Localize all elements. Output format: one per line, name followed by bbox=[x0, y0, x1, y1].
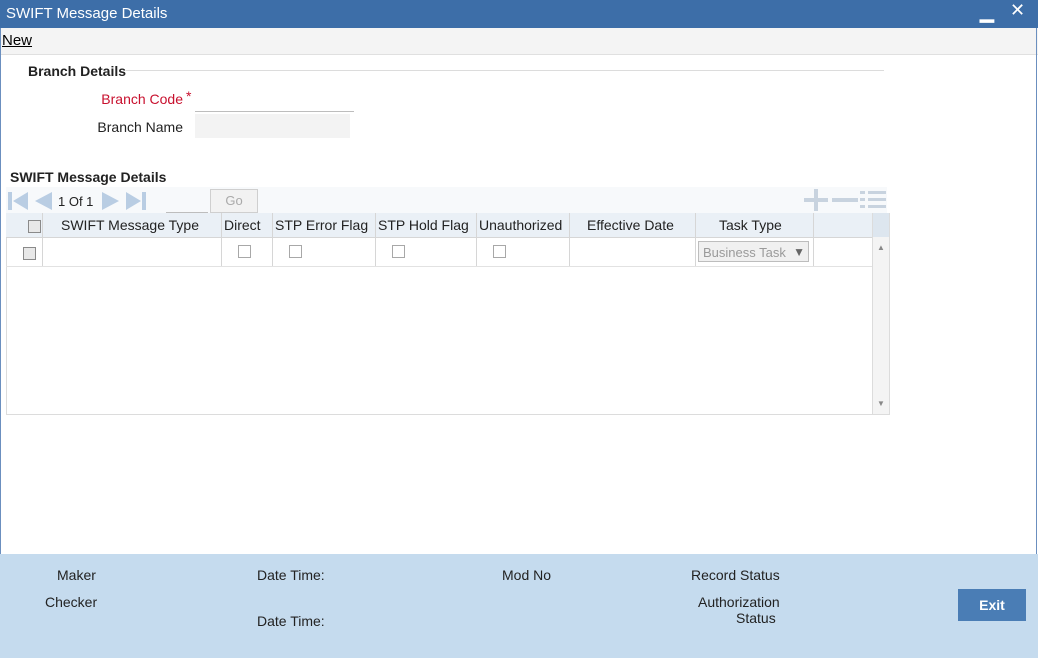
col-divider bbox=[569, 213, 570, 266]
frame-border-right bbox=[1036, 28, 1037, 554]
frame-border-left bbox=[0, 28, 1, 554]
col-swift-message-type: SWIFT Message Type bbox=[61, 217, 199, 233]
task-type-value: Business Task bbox=[703, 245, 786, 260]
delete-row-icon[interactable] bbox=[832, 189, 858, 211]
col-effective-date: Effective Date bbox=[587, 217, 674, 233]
scrollbar-thumb[interactable] bbox=[873, 213, 889, 237]
select-all-checkbox[interactable] bbox=[28, 220, 41, 233]
authorization-status-label-2: Status bbox=[736, 610, 776, 626]
col-direct: Direct bbox=[224, 217, 261, 233]
unauthorized-checkbox[interactable] bbox=[493, 245, 506, 258]
maker-date-time-label: Date Time: bbox=[257, 567, 325, 583]
col-divider bbox=[221, 213, 222, 266]
mod-no-label: Mod No bbox=[502, 567, 552, 583]
branch-code-input[interactable] bbox=[195, 85, 354, 112]
table-row-divider bbox=[6, 266, 872, 267]
single-view-icon[interactable] bbox=[860, 189, 886, 211]
maker-label: Maker bbox=[57, 567, 96, 583]
authorization-status-label: Authorization bbox=[698, 594, 780, 610]
first-page-icon[interactable] bbox=[8, 191, 28, 211]
next-page-icon[interactable] bbox=[102, 191, 122, 211]
branch-details-heading: Branch Details bbox=[28, 63, 127, 79]
direct-checkbox[interactable] bbox=[238, 245, 251, 258]
chevron-down-icon: ▼ bbox=[793, 245, 805, 259]
window-title: SWIFT Message Details bbox=[6, 5, 168, 22]
col-stp-error-flag: STP Error Flag bbox=[275, 217, 369, 233]
page-number-input[interactable] bbox=[166, 190, 208, 213]
col-divider bbox=[476, 213, 477, 266]
row-select-checkbox[interactable] bbox=[23, 247, 36, 260]
add-row-icon[interactable] bbox=[804, 189, 828, 211]
required-mark: * bbox=[186, 88, 192, 104]
swift-details-heading: SWIFT Message Details bbox=[10, 169, 167, 185]
col-task-type: Task Type bbox=[719, 217, 782, 233]
new-link[interactable]: New bbox=[2, 32, 32, 49]
stp-error-flag-checkbox[interactable] bbox=[289, 245, 302, 258]
col-stp-hold-flag: STP Hold Flag bbox=[378, 217, 469, 233]
toolbar: New bbox=[0, 28, 1038, 55]
go-button[interactable]: Go bbox=[210, 189, 258, 213]
branch-name-field bbox=[195, 114, 350, 138]
branch-name-label: Branch Name bbox=[97, 119, 183, 135]
minimize-icon[interactable]: ▁ bbox=[980, 2, 994, 23]
col-divider bbox=[695, 213, 696, 266]
section-divider bbox=[126, 70, 884, 71]
grid-vertical-scrollbar[interactable]: ▲ ▼ bbox=[872, 213, 889, 414]
page-indicator: 1 Of 1 bbox=[58, 194, 94, 209]
col-divider bbox=[375, 213, 376, 266]
last-page-icon[interactable] bbox=[126, 191, 146, 211]
scroll-up-icon[interactable]: ▲ bbox=[877, 243, 885, 252]
col-divider bbox=[813, 213, 814, 266]
col-unauthorized: Unauthorized bbox=[479, 217, 563, 233]
task-type-select[interactable]: Business Task ▼ bbox=[698, 241, 809, 262]
branch-code-label: Branch Code bbox=[101, 91, 183, 107]
exit-button[interactable]: Exit bbox=[958, 589, 1026, 621]
checker-label: Checker bbox=[45, 594, 98, 610]
stp-hold-flag-checkbox[interactable] bbox=[392, 245, 405, 258]
record-status-label: Record Status bbox=[691, 567, 780, 583]
window-titlebar: SWIFT Message Details ▁ ✕ bbox=[0, 0, 1038, 28]
col-divider bbox=[272, 213, 273, 266]
close-icon[interactable]: ✕ bbox=[1010, 0, 1025, 21]
scroll-down-icon[interactable]: ▼ bbox=[877, 399, 885, 408]
checker-date-time-label: Date Time: bbox=[257, 613, 325, 629]
col-divider bbox=[42, 213, 43, 266]
previous-page-icon[interactable] bbox=[32, 191, 52, 211]
